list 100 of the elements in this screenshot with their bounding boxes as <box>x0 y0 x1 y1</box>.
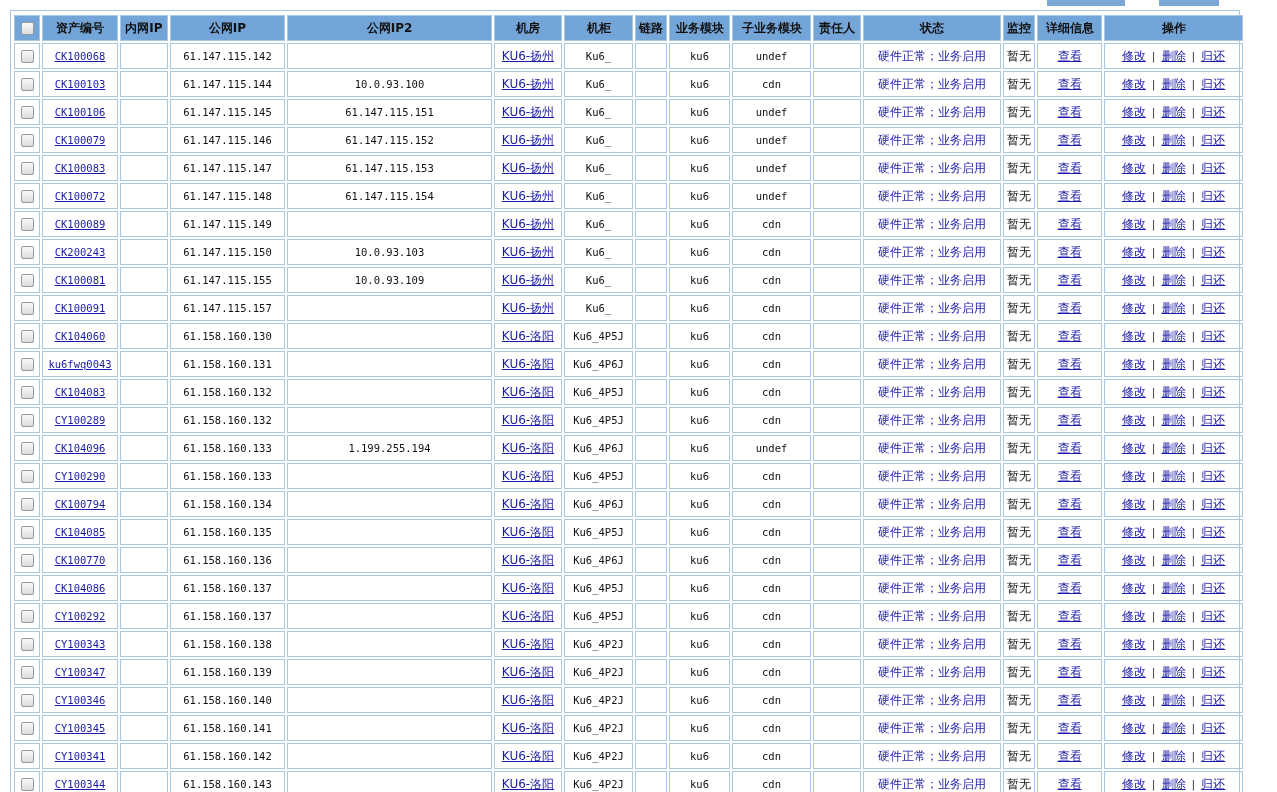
action-link[interactable]: 修改 <box>1121 104 1146 119</box>
checkbox[interactable] <box>20 245 34 259</box>
action-link[interactable]: 修改 <box>1121 608 1146 623</box>
action-link[interactable]: 删除 <box>1161 580 1186 595</box>
action-link[interactable]: 删除 <box>1161 496 1186 511</box>
action-link[interactable]: 删除 <box>1161 48 1186 63</box>
checkbox[interactable] <box>20 105 34 119</box>
action-link[interactable]: 删除 <box>1161 160 1186 175</box>
action-link[interactable]: 删除 <box>1161 664 1186 679</box>
checkbox[interactable] <box>20 301 34 315</box>
action-link[interactable]: 修改 <box>1121 524 1146 539</box>
action-link[interactable]: 归还 <box>1201 664 1226 679</box>
action-link[interactable]: 修改 <box>1121 580 1146 595</box>
action-link[interactable]: 修改 <box>1121 132 1146 147</box>
checkbox[interactable] <box>20 133 34 147</box>
action-link[interactable]: 归还 <box>1201 272 1226 287</box>
checkbox[interactable] <box>20 217 34 231</box>
checkbox[interactable] <box>20 777 34 791</box>
action-link[interactable]: 删除 <box>1161 244 1186 259</box>
action-link[interactable]: 归还 <box>1201 412 1226 427</box>
action-link[interactable]: 归还 <box>1201 776 1226 791</box>
checkbox[interactable] <box>20 413 34 427</box>
action-link[interactable]: 修改 <box>1121 356 1146 371</box>
action-link[interactable]: 修改 <box>1121 468 1146 483</box>
action-link[interactable]: 删除 <box>1161 328 1186 343</box>
checkbox[interactable] <box>20 609 34 623</box>
checkbox[interactable] <box>20 665 34 679</box>
action-link[interactable]: 归还 <box>1201 748 1226 763</box>
action-link[interactable]: 删除 <box>1161 76 1186 91</box>
action-link[interactable]: 归还 <box>1201 692 1226 707</box>
action-link[interactable]: 修改 <box>1121 440 1146 455</box>
action-link[interactable]: 修改 <box>1121 776 1146 791</box>
action-link[interactable]: 修改 <box>1121 384 1146 399</box>
action-link[interactable]: 修改 <box>1121 720 1146 735</box>
checkbox[interactable] <box>20 385 34 399</box>
action-link[interactable]: 删除 <box>1161 440 1186 455</box>
checkbox[interactable] <box>20 721 34 735</box>
checkbox[interactable] <box>20 553 34 567</box>
action-link[interactable]: 删除 <box>1161 636 1186 651</box>
action-link[interactable]: 删除 <box>1161 104 1186 119</box>
action-link[interactable]: 删除 <box>1161 300 1186 315</box>
action-link[interactable]: 修改 <box>1121 496 1146 511</box>
action-link[interactable]: 归还 <box>1201 160 1226 175</box>
action-link[interactable]: 归还 <box>1201 76 1226 91</box>
action-link[interactable]: 删除 <box>1161 692 1186 707</box>
action-link[interactable]: 归还 <box>1201 524 1226 539</box>
action-link[interactable]: 修改 <box>1121 748 1146 763</box>
action-link[interactable]: 修改 <box>1121 300 1146 315</box>
checkbox[interactable] <box>20 525 34 539</box>
action-link[interactable]: 归还 <box>1201 636 1226 651</box>
checkbox[interactable] <box>20 749 34 763</box>
checkbox[interactable] <box>20 22 34 35</box>
checkbox[interactable] <box>20 77 34 91</box>
action-link[interactable]: 归还 <box>1201 300 1226 315</box>
action-link[interactable]: 删除 <box>1161 468 1186 483</box>
action-link[interactable]: 归还 <box>1201 608 1226 623</box>
checkbox[interactable] <box>20 497 34 511</box>
action-link[interactable]: 修改 <box>1121 552 1146 567</box>
action-link[interactable]: 归还 <box>1201 132 1226 147</box>
action-link[interactable]: 删除 <box>1161 132 1186 147</box>
action-link[interactable]: 删除 <box>1161 748 1186 763</box>
action-link[interactable]: 删除 <box>1161 188 1186 203</box>
action-link[interactable]: 修改 <box>1121 272 1146 287</box>
action-link[interactable]: 归还 <box>1201 104 1226 119</box>
action-link[interactable]: 修改 <box>1121 216 1146 231</box>
checkbox[interactable] <box>20 693 34 707</box>
checkbox[interactable] <box>20 637 34 651</box>
action-link[interactable]: 归还 <box>1201 356 1226 371</box>
checkbox[interactable] <box>20 357 34 371</box>
action-link[interactable]: 修改 <box>1121 328 1146 343</box>
checkbox[interactable] <box>20 49 34 63</box>
action-link[interactable]: 归还 <box>1201 216 1226 231</box>
action-link[interactable]: 归还 <box>1201 440 1226 455</box>
action-link[interactable]: 修改 <box>1121 636 1146 651</box>
action-link[interactable]: 归还 <box>1201 496 1226 511</box>
action-link[interactable]: 归还 <box>1201 552 1226 567</box>
action-link[interactable]: 归还 <box>1201 384 1226 399</box>
action-link[interactable]: 修改 <box>1121 692 1146 707</box>
checkbox[interactable] <box>20 581 34 595</box>
checkbox[interactable] <box>20 469 34 483</box>
action-link[interactable]: 删除 <box>1161 216 1186 231</box>
action-link[interactable]: 归还 <box>1201 580 1226 595</box>
action-link[interactable]: 删除 <box>1161 720 1186 735</box>
action-link[interactable]: 修改 <box>1121 244 1146 259</box>
action-link[interactable]: 删除 <box>1161 524 1186 539</box>
action-link[interactable]: 修改 <box>1121 160 1146 175</box>
action-link[interactable]: 归还 <box>1201 720 1226 735</box>
action-link[interactable]: 删除 <box>1161 356 1186 371</box>
action-link[interactable]: 归还 <box>1201 188 1226 203</box>
action-link[interactable]: 删除 <box>1161 776 1186 791</box>
action-link[interactable]: 归还 <box>1201 468 1226 483</box>
action-link[interactable]: 修改 <box>1121 76 1146 91</box>
action-link[interactable]: 删除 <box>1161 412 1186 427</box>
action-link[interactable]: 删除 <box>1161 272 1186 287</box>
checkbox[interactable] <box>20 273 34 287</box>
action-link[interactable]: 修改 <box>1121 412 1146 427</box>
checkbox[interactable] <box>20 189 34 203</box>
action-link[interactable]: 删除 <box>1161 384 1186 399</box>
action-link[interactable]: 修改 <box>1121 48 1146 63</box>
checkbox[interactable] <box>20 441 34 455</box>
